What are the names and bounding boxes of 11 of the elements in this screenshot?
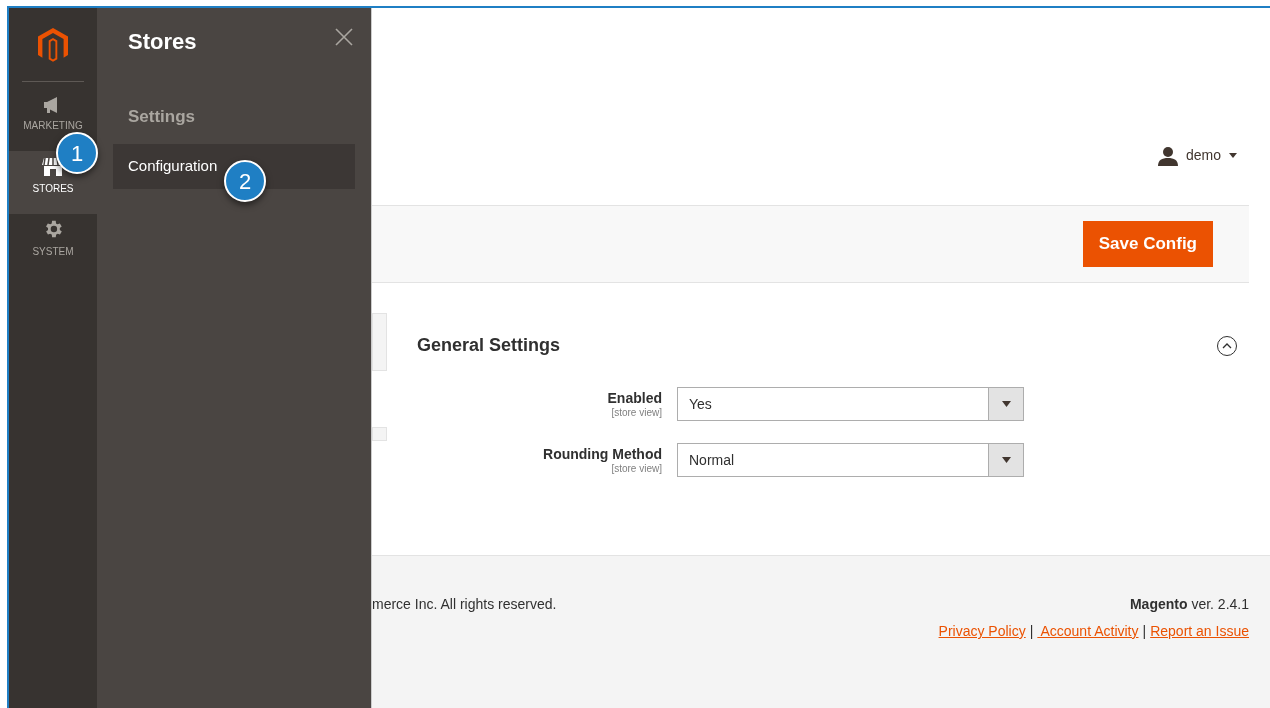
section-title: General Settings [417,334,561,357]
flyout-section-title: Settings [127,106,197,128]
copyright-text: merce Inc. All rights reserved. [372,595,557,612]
version-text: Magento ver. 2.4.1 [1129,595,1249,614]
link-separator: | [1142,622,1147,641]
field-label: Enabled [607,389,662,407]
scope-label: [store view] [611,406,662,419]
flyout-title: Stores [128,28,197,56]
field-label: Rounding Method [543,445,662,463]
scope-label: [store view] [611,462,662,475]
link-separator: | [1029,622,1034,641]
